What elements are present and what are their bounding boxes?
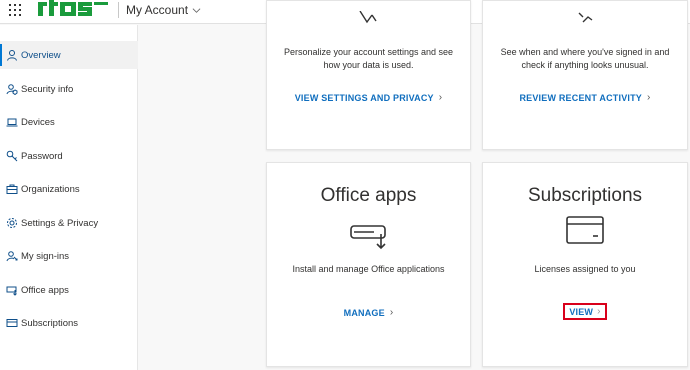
sidebar: Overview Security info Devices Password …	[0, 25, 138, 370]
sidebar-item-organizations[interactable]: Organizations	[0, 175, 138, 203]
sidebar-item-label: Settings & Privacy	[21, 217, 99, 229]
subscriptions-title: Subscriptions	[527, 185, 643, 206]
office-apps-install-icon	[349, 225, 386, 250]
person-sign-in-icon	[578, 12, 593, 23]
app-launcher-icon[interactable]	[9, 4, 21, 16]
manage-office-apps-link[interactable]: MANAGE ›	[267, 307, 470, 318]
credit-card-icon	[566, 216, 604, 244]
settings-privacy-description: Personalize your account settings and se…	[283, 47, 454, 70]
sidebar-item-office-apps[interactable]: Office apps	[0, 276, 138, 304]
laptop-icon	[6, 116, 18, 128]
settings-privacy-card: Personalize your account settings and se…	[266, 0, 471, 150]
gear-icon	[6, 217, 18, 229]
sidebar-item-settings-privacy[interactable]: Settings & Privacy	[0, 209, 138, 237]
subscriptions-view-row: VIEW ›	[483, 303, 687, 320]
sidebar-item-label: Password	[21, 150, 63, 162]
company-logo	[36, 0, 110, 16]
link-label: VIEW SETTINGS AND PRIVACY	[294, 92, 434, 103]
subscriptions-card: Subscriptions Licenses assigned to you V…	[482, 162, 688, 367]
office-apps-card: Office apps Install and manage Office ap…	[266, 162, 471, 367]
sidebar-item-subscriptions[interactable]: Subscriptions	[0, 309, 138, 337]
sidebar-item-label: Office apps	[21, 284, 69, 296]
briefcase-icon	[6, 183, 18, 195]
chevron-right-icon: ›	[597, 306, 601, 317]
sidebar-item-devices[interactable]: Devices	[0, 108, 138, 136]
sidebar-item-label: Subscriptions	[21, 317, 79, 329]
header-divider	[118, 2, 119, 18]
person-icon	[6, 49, 18, 61]
person-sign-in-icon	[6, 250, 18, 262]
office-apps-description: Install and manage Office applications	[292, 264, 445, 274]
sidebar-item-overview[interactable]: Overview	[0, 41, 138, 69]
card-icon	[6, 317, 18, 329]
view-subscriptions-link[interactable]: VIEW ›	[563, 303, 607, 320]
security-person-icon	[6, 83, 18, 95]
link-label: REVIEW RECENT ACTIVITY	[519, 92, 643, 103]
sidebar-item-label: Overview	[21, 49, 61, 61]
chevron-right-icon: ›	[389, 307, 394, 318]
subscriptions-description: Licenses assigned to you	[534, 264, 636, 274]
my-account-menu[interactable]: My Account	[126, 3, 201, 17]
sidebar-item-label: My sign-ins	[21, 250, 70, 262]
sidebar-item-my-sign-ins[interactable]: My sign-ins	[0, 242, 138, 270]
review-recent-activity-link[interactable]: REVIEW RECENT ACTIVITY ›	[483, 92, 687, 103]
app-title: My Account	[126, 3, 189, 17]
chevron-right-icon: ›	[438, 92, 443, 103]
link-label: VIEW	[569, 306, 594, 317]
chevron-right-icon: ›	[647, 92, 651, 103]
sidebar-item-security-info[interactable]: Security info	[0, 75, 138, 103]
key-icon	[6, 150, 18, 162]
link-label: MANAGE	[343, 307, 385, 318]
office-apps-icon	[6, 284, 18, 296]
sidebar-item-label: Organizations	[21, 183, 80, 195]
chevron-down-icon	[192, 7, 201, 13]
sign-ins-description: See when and where you've signed in and …	[500, 47, 670, 70]
sidebar-item-label: Security info	[21, 83, 74, 95]
office-apps-title: Office apps	[320, 185, 417, 206]
sidebar-item-password[interactable]: Password	[0, 142, 138, 170]
view-settings-privacy-link[interactable]: VIEW SETTINGS AND PRIVACY ›	[267, 92, 470, 103]
sidebar-item-label: Devices	[21, 116, 55, 128]
sign-ins-card: See when and where you've signed in and …	[482, 0, 688, 150]
person-settings-icon	[358, 11, 377, 24]
